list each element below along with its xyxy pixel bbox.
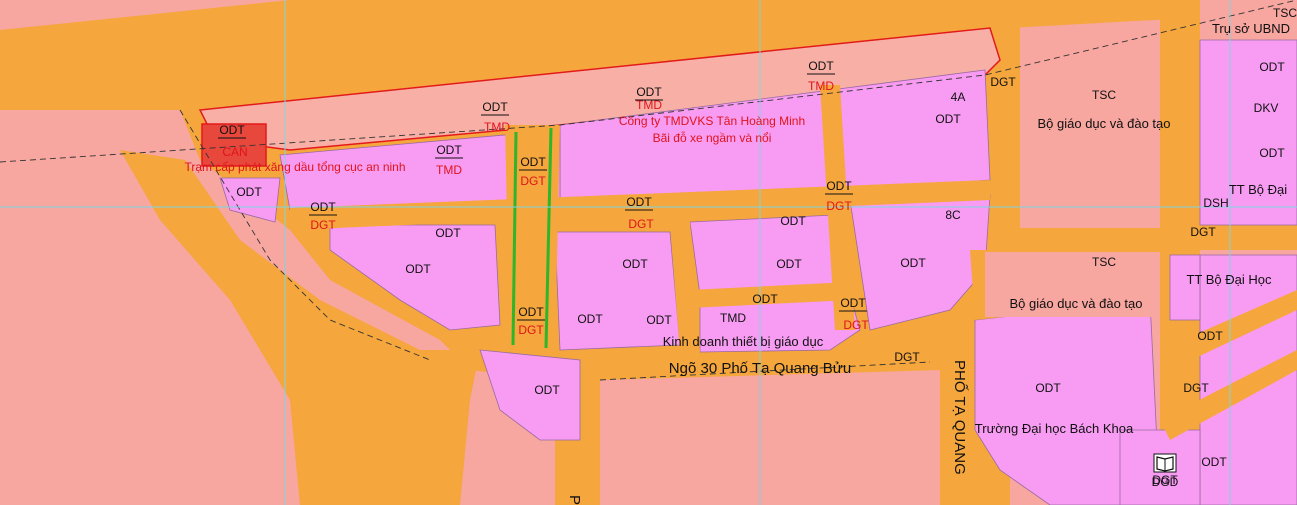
- road-ta-quang: PHỐ TẠ QUANG: [951, 360, 969, 475]
- label-lbl-tsc-2: TSC: [1092, 255, 1116, 269]
- zone-code: ODT: [219, 123, 245, 137]
- label-lbl-dgt-3: DGT: [894, 350, 920, 364]
- place-bgddt-1: Bộ giáo dục và đào tạo: [1038, 116, 1171, 131]
- zone-code: ODT: [310, 200, 336, 214]
- zone-code: ODT: [840, 296, 866, 310]
- label-odt-g: ODT: [780, 214, 806, 228]
- zone-code: ODT: [808, 59, 834, 73]
- label-lbl-tmd: TMD: [720, 311, 746, 325]
- place-tru-so-ubnd: Trụ sở UBND: [1212, 21, 1290, 36]
- book-icon: [1153, 453, 1177, 473]
- zone-code: ODT: [482, 100, 508, 114]
- label-lbl-dgt-1: DGT: [990, 75, 1016, 89]
- zone-code: ODT: [436, 143, 462, 157]
- zone-sub: TMD: [484, 120, 510, 134]
- zone-sub: CAN: [222, 145, 247, 159]
- zone-sub: DGT: [520, 174, 546, 188]
- zone-sub: TMD: [636, 98, 662, 112]
- zone-code: ODT: [826, 179, 852, 193]
- zone-sub: DGT: [310, 218, 336, 232]
- label-lbl-dkv: DKV: [1254, 101, 1279, 115]
- label-odt-a: ODT: [236, 185, 262, 199]
- label-odt-j: ODT: [900, 256, 926, 270]
- label-odt-q: ODT: [1259, 146, 1285, 160]
- label-odt-n: ODT: [1197, 329, 1223, 343]
- label-lbl-dgt-4: DGT: [1183, 381, 1209, 395]
- note-tram-cap-phat: Trạm cấp phát xăng dầu tổng cục an ninh: [184, 160, 405, 174]
- zone-sub: DGT: [826, 199, 852, 213]
- zone-sub: DGT: [843, 318, 869, 332]
- label-odt-f: ODT: [646, 313, 672, 327]
- label-odt-c: ODT: [405, 262, 431, 276]
- zone-sub: DGT: [518, 323, 544, 337]
- place-tt-bo-dai-hoc: TT Bộ Đại Học: [1186, 272, 1272, 287]
- zone-sub: TMD: [436, 163, 462, 177]
- label-odt-o: ODT: [1201, 455, 1227, 469]
- label-odt-i: ODT: [752, 292, 778, 306]
- label-odt-m: ODT: [1035, 381, 1061, 395]
- zone-code: ODT: [518, 305, 544, 319]
- label-lbl-dgt-2: DGT: [1190, 225, 1216, 239]
- label-odt-k: ODT: [935, 112, 961, 126]
- zone-code: ODT: [520, 155, 546, 169]
- label-lbl-4a: 4A: [951, 90, 966, 104]
- label-odt-h: ODT: [776, 257, 802, 271]
- label-odt-p: ODT: [1259, 60, 1285, 74]
- label-odt-b: ODT: [435, 226, 461, 240]
- zone-label-odt-tmd-2[interactable]: ODTTMD: [635, 85, 663, 112]
- planning-map[interactable]: Ngõ 30 Phố Tạ Quang Bửu PHỐ TẠ QUANG P D…: [0, 0, 1297, 505]
- note-cong-ty: Công ty TMDVKS Tân Hoàng Minh: [619, 114, 805, 128]
- place-bgddt-2: Bộ giáo dục và đào tạo: [1010, 296, 1143, 311]
- place-dhbk: Trường Đại học Bách Khoa: [975, 421, 1134, 436]
- label-odt-e: ODT: [577, 312, 603, 326]
- zone-sub: TMD: [808, 79, 834, 93]
- label-lbl-tsc-1: TSC: [1092, 88, 1116, 102]
- label-odt-d: ODT: [622, 257, 648, 271]
- road-ngo30: Ngõ 30 Phố Tạ Quang Bửu: [669, 360, 851, 377]
- label-lbl-tsc-3: TSC: [1273, 6, 1297, 20]
- zone-code: ODT: [626, 195, 652, 209]
- label-lbl-8c: 8C: [945, 208, 961, 222]
- place-kinh-doanh: Kinh doanh thiết bị giáo dục: [663, 334, 824, 349]
- road-p-letter: P: [566, 495, 583, 505]
- label-lbl-dsh: DSH: [1203, 196, 1228, 210]
- label-odt-l: ODT: [534, 383, 560, 397]
- label-lbl-dgt-5: DGT: [1152, 473, 1178, 487]
- zone-sub: DGT: [628, 217, 654, 231]
- zone-code: ODT: [636, 85, 662, 99]
- place-tt-bo-dai: TT Bộ Đại: [1229, 182, 1287, 197]
- note-bai-do-xe: Bãi đỗ xe ngầm và nổi: [653, 130, 772, 145]
